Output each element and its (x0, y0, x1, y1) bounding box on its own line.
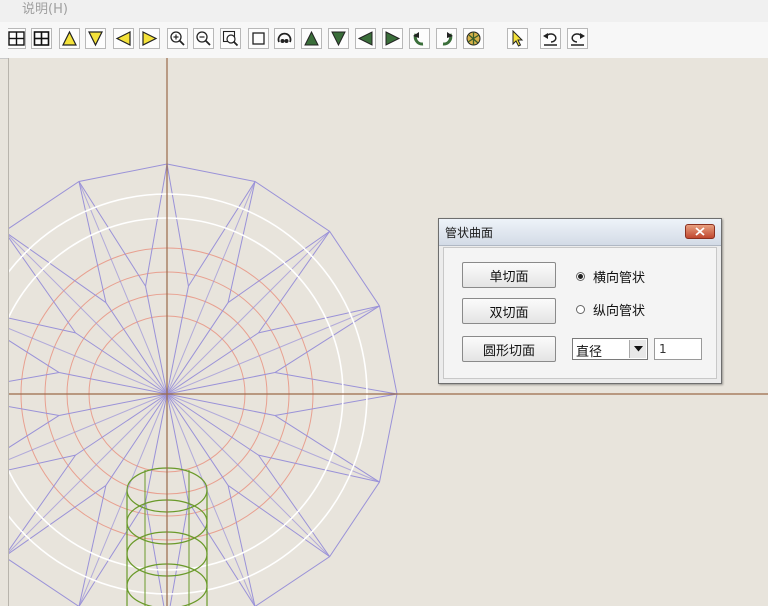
mesh-line (258, 305, 380, 334)
mesh-line (9, 406, 60, 416)
mesh-line (258, 454, 331, 557)
zoom-in-icon (170, 31, 185, 46)
grid-button[interactable] (8, 28, 26, 49)
dialog-title: 管状曲面 (445, 226, 494, 240)
mesh-line (227, 485, 256, 606)
tube-surface-dialog: 管状曲面 单切面 双切面 圆形切面 横向管状 纵向管状 直径 (438, 218, 722, 384)
mesh-line (227, 485, 330, 558)
undo-icon (543, 33, 557, 46)
mesh-line (78, 393, 168, 606)
mesh-line (166, 305, 380, 395)
diameter-select[interactable]: 直径 (572, 338, 648, 360)
mesh-line (145, 501, 165, 606)
vertical-tube-label: 纵向管状 (593, 304, 646, 319)
mesh-line (78, 485, 107, 606)
close-icon (695, 227, 705, 236)
triangle-down-icon (88, 31, 103, 47)
mesh-line (9, 372, 60, 382)
triangle-left-solid-icon (357, 31, 373, 46)
menu-bar: 说明(H) (0, 0, 768, 23)
diameter-value-input[interactable] (654, 338, 702, 360)
move-down-button[interactable] (85, 28, 106, 49)
mesh-line (166, 393, 256, 606)
rotate-right-button[interactable] (436, 28, 457, 49)
zoom-window-button[interactable] (220, 28, 241, 49)
mesh-line (9, 235, 168, 395)
mesh-line (227, 230, 330, 303)
dialog-close-button[interactable] (685, 224, 715, 239)
rotate-view-button[interactable] (274, 28, 295, 49)
radio-checked-icon (576, 272, 585, 281)
single-section-button[interactable]: 单切面 (462, 262, 556, 288)
triangle-up-icon (62, 30, 77, 46)
rotate-left-icon (413, 32, 424, 46)
vertical-tube-radio[interactable]: 纵向管状 (576, 300, 645, 319)
move-up-button[interactable] (59, 28, 80, 49)
mesh-line (274, 372, 398, 395)
mesh-line (169, 501, 189, 606)
mesh-line (78, 181, 168, 395)
double-section-button[interactable]: 双切面 (462, 298, 556, 324)
triangle-down-solid-icon (331, 31, 346, 47)
dialog-body: 单切面 双切面 圆形切面 横向管状 纵向管状 直径 (443, 247, 717, 379)
triangle-right-icon (142, 31, 158, 46)
grid-plus-button[interactable] (31, 28, 52, 49)
mesh-line (166, 181, 256, 395)
zoom-out-button[interactable] (193, 28, 214, 49)
cursor-icon (512, 30, 524, 47)
circle-section-button[interactable]: 圆形切面 (462, 336, 556, 362)
tilt-up-button[interactable] (301, 28, 322, 49)
dialog-title-bar[interactable]: 管状曲面 (439, 219, 721, 246)
toolbar (0, 22, 768, 59)
undo-button[interactable] (540, 28, 561, 49)
zoom-in-button[interactable] (167, 28, 188, 49)
rotate-right-icon (442, 32, 453, 46)
mesh-line (145, 163, 168, 287)
zoom-window-icon (222, 30, 239, 47)
mesh-line (78, 181, 107, 303)
rotate-view-icon (277, 32, 292, 43)
mesh-line (258, 454, 380, 483)
mesh-line (166, 393, 330, 557)
diameter-select-value: 直径 (576, 345, 603, 360)
mesh-line (9, 393, 168, 553)
horizontal-tube-radio[interactable]: 横向管状 (576, 267, 645, 286)
tilt-down-button[interactable] (328, 28, 349, 49)
mesh-line (166, 231, 330, 395)
square-icon (252, 32, 265, 45)
frame-button[interactable] (248, 28, 269, 49)
mesh-line (227, 181, 256, 303)
radio-unchecked-icon (576, 305, 585, 314)
grid-icon (8, 31, 25, 46)
menu-help[interactable]: 说明(H) (22, 0, 68, 17)
select-button[interactable] (507, 28, 528, 49)
render-button[interactable] (463, 28, 484, 49)
move-left-button[interactable] (113, 28, 134, 49)
tilt-left-button[interactable] (355, 28, 376, 49)
grid-plus-icon (33, 31, 50, 46)
triangle-left-icon (115, 31, 131, 46)
triangle-right-solid-icon (385, 31, 401, 46)
move-right-button[interactable] (139, 28, 160, 49)
render-icon (466, 31, 481, 46)
horizontal-tube-label: 横向管状 (593, 271, 646, 286)
rotate-left-button[interactable] (409, 28, 430, 49)
redo-icon (571, 33, 585, 46)
mesh-line (258, 231, 331, 334)
mesh-line (166, 393, 380, 483)
chevron-down-icon (629, 340, 646, 358)
mesh-line (166, 163, 189, 287)
zoom-out-icon (196, 31, 211, 46)
mesh-line (274, 393, 398, 416)
redo-button[interactable] (567, 28, 588, 49)
tilt-right-button[interactable] (382, 28, 403, 49)
triangle-up-solid-icon (304, 30, 319, 46)
